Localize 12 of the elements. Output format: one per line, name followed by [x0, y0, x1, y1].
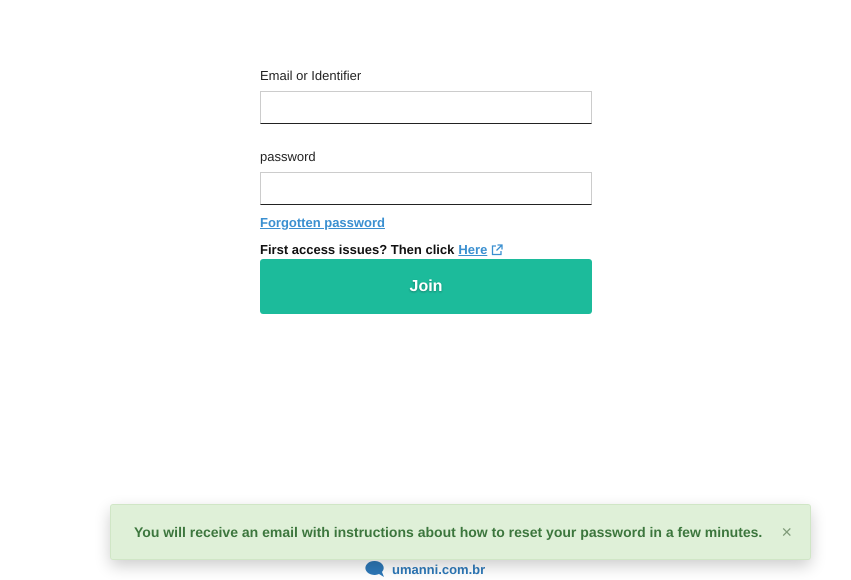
forgot-password-link[interactable]: Forgotten password: [260, 215, 385, 230]
chat-bubble-icon: [364, 560, 386, 578]
toast-message: You will receive an email with instructions about how to reset your password in a few minutes.: [134, 524, 762, 540]
first-access-text: First access issues? Then click: [260, 242, 454, 257]
external-link-icon: [491, 244, 504, 256]
field-label: Email or Identifier: [260, 68, 362, 83]
close-button[interactable]: ×: [781, 522, 792, 542]
input-field[interactable]: [260, 172, 592, 205]
input-field[interactable]: [260, 91, 592, 124]
here-link[interactable]: Here: [458, 242, 488, 257]
field-label: password: [260, 149, 317, 164]
join-button[interactable]: Join: [260, 259, 592, 314]
